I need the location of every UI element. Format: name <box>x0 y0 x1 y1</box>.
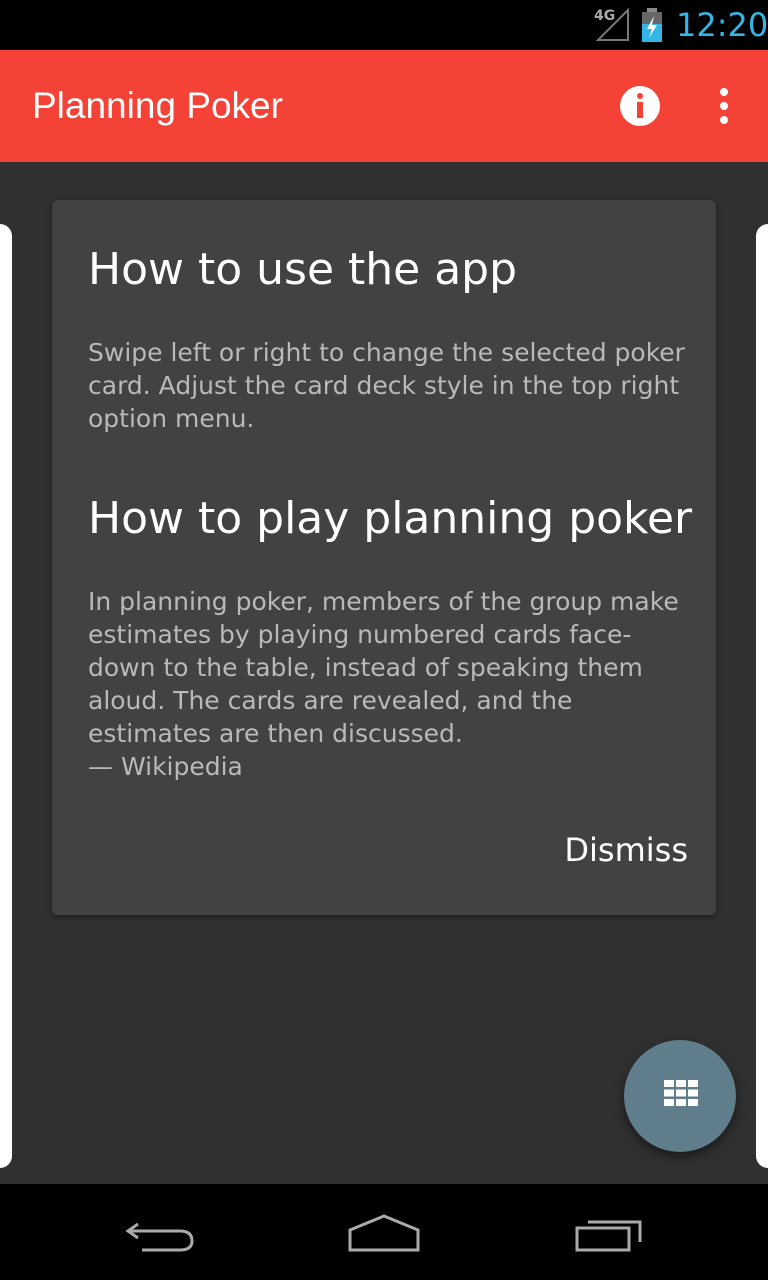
home-icon <box>348 1214 420 1252</box>
home-button[interactable] <box>346 1212 422 1256</box>
body-line: estimates are then discussed. <box>88 719 463 748</box>
app-bar: Planning Poker <box>0 50 768 162</box>
grid-icon <box>664 1080 698 1106</box>
body-line: In planning poker, members of the group … <box>88 587 679 616</box>
signal-icon: 4G <box>594 7 630 42</box>
info-button[interactable] <box>618 84 662 128</box>
network-type-label: 4G <box>594 8 616 24</box>
body-line: estimates by playing numbered cards face… <box>88 620 632 649</box>
overflow-menu-button[interactable] <box>706 82 742 130</box>
previous-card-peek[interactable] <box>0 224 12 1168</box>
recents-icon <box>575 1220 642 1252</box>
help-dialog: How to use the app Swipe left or right t… <box>52 200 716 915</box>
next-card-peek[interactable] <box>756 224 768 1168</box>
deck-picker-fab[interactable] <box>624 1040 736 1152</box>
back-icon <box>125 1222 194 1252</box>
overflow-menu-icon <box>720 88 728 124</box>
back-button[interactable] <box>124 1212 196 1256</box>
recents-button[interactable] <box>574 1212 648 1256</box>
heading-how-to-play: How to play planning poker <box>88 493 693 544</box>
dismiss-button[interactable]: Dismiss <box>564 828 688 872</box>
status-bar: 4G 12:20 <box>0 0 768 50</box>
status-time: 12:20 <box>676 6 768 44</box>
body-how-to-play: In planning poker, members of the group … <box>88 585 688 783</box>
attribution: — Wikipedia <box>88 752 243 781</box>
body-line: aloud. The cards are revealed, and the <box>88 686 573 715</box>
info-icon <box>620 86 660 126</box>
body-line: down to the table, instead of speaking t… <box>88 653 643 682</box>
heading-how-to-use: How to use the app <box>88 244 518 295</box>
body-how-to-use: Swipe left or right to change the select… <box>88 338 685 433</box>
card-pager[interactable]: How to use the app Swipe left or right t… <box>0 162 768 1184</box>
app-title: Planning Poker <box>32 85 283 126</box>
battery-icon <box>640 8 664 42</box>
